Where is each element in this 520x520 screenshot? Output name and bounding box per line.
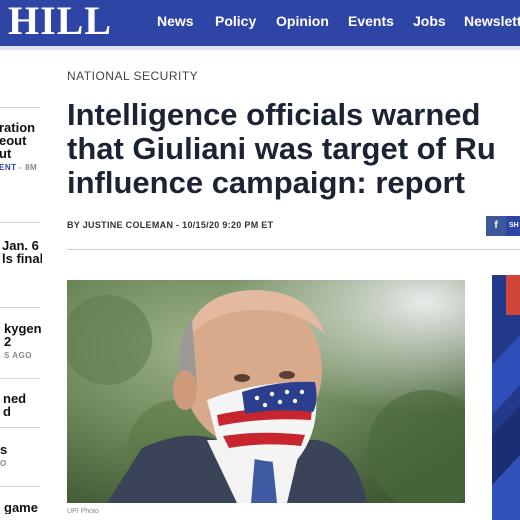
article-headline: Intelligence officials warned that Giuli… <box>67 97 496 200</box>
trending-sidebar: ration eout ut ENT - 8M Jan. 6 ls final … <box>0 50 42 520</box>
sidebar-story-5[interactable]: s O <box>0 443 42 468</box>
section-label[interactable]: NATIONAL SECURITY <box>67 69 198 83</box>
sidebar-story-title: s <box>0 443 8 457</box>
facebook-share-button[interactable]: f <box>486 216 506 236</box>
ad-image <box>492 275 520 520</box>
sidebar-story-title: game <box>4 501 38 514</box>
nav-news[interactable]: News <box>157 13 194 29</box>
sidebar-story-title: Jan. 6 ls final <box>2 239 42 265</box>
sidebar-story-meta: S AGO <box>4 351 32 360</box>
sidebar-story-title: kygen 2 <box>4 322 42 349</box>
photo-image <box>67 280 465 503</box>
nav-opinion[interactable]: Opinion <box>276 13 329 29</box>
divider <box>0 222 40 223</box>
divider <box>0 427 40 428</box>
divider <box>0 307 40 308</box>
facebook-icon: f <box>494 220 498 231</box>
nav-events[interactable]: Events <box>348 13 394 29</box>
divider <box>67 249 520 250</box>
sidebar-story-title: ration eout ut <box>0 121 36 161</box>
header-shadow <box>0 46 520 50</box>
sidebar-story-meta: ENT - 8M <box>0 163 38 172</box>
divider <box>0 378 40 379</box>
sidebar-ad[interactable] <box>492 275 520 520</box>
sidebar-story-title: ned d <box>3 392 27 418</box>
article-photo[interactable] <box>67 280 465 503</box>
sidebar-story-3[interactable]: kygen 2 S AGO <box>4 322 42 360</box>
sidebar-story-1[interactable]: ration eout ut ENT - 8M <box>0 121 41 172</box>
sidebar-story-4[interactable]: ned d <box>3 392 42 418</box>
divider <box>0 107 40 108</box>
site-header: HILL News Policy Opinion Events Jobs New… <box>0 0 520 46</box>
nav-jobs[interactable]: Jobs <box>413 13 446 29</box>
nav-newsletters[interactable]: Newsletters <box>464 13 520 29</box>
site-logo[interactable]: HILL <box>8 1 112 41</box>
sidebar-story-2[interactable]: Jan. 6 ls final <box>2 239 42 265</box>
nav-policy[interactable]: Policy <box>215 13 256 29</box>
share-button[interactable]: SH <box>506 216 520 236</box>
sidebar-story-meta: O <box>0 459 7 468</box>
sidebar-story-6[interactable]: game <box>4 501 42 514</box>
article-byline: BY JUSTINE COLEMAN - 10/15/20 9:20 PM ET <box>67 220 274 230</box>
divider <box>0 486 40 487</box>
photo-credit: UPI Photo <box>67 508 99 515</box>
